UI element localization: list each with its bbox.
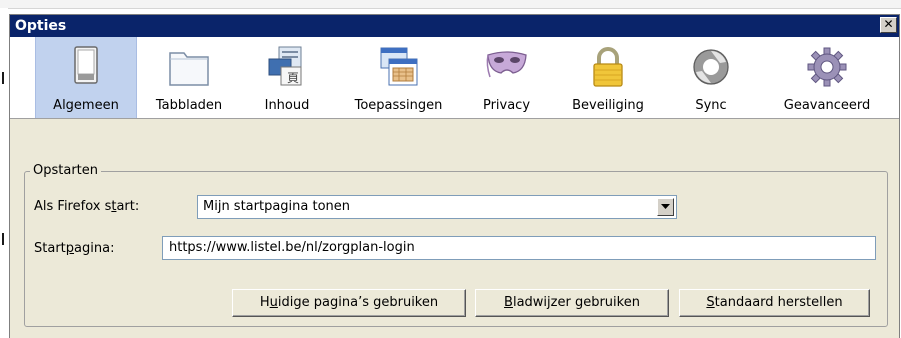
use-current-pages-button[interactable]: Huidige pagina’s gebruiken xyxy=(232,289,466,317)
content-icon: 頁 xyxy=(268,46,302,86)
applications-icon xyxy=(380,47,417,86)
switch-icon xyxy=(74,46,98,84)
folder-tab-icon xyxy=(169,52,209,86)
tab-label: Privacy xyxy=(482,98,531,113)
background-page-edge xyxy=(0,8,8,338)
startup-select-value: Mijn startpagina tonen xyxy=(203,199,351,214)
edge-mark xyxy=(2,233,4,245)
title-bar[interactable]: Opties ✕ xyxy=(10,15,899,37)
close-button[interactable]: ✕ xyxy=(880,17,897,33)
tab-label: Beveiliging xyxy=(572,98,644,113)
preferences-toolbar: Algemeen Tabbladen 頁 Inhoud Toepassingen… xyxy=(10,37,899,119)
use-bookmark-button[interactable]: Bladwijzer gebruiken xyxy=(475,289,669,317)
tab-label: Geavanceerd xyxy=(783,98,871,113)
tab-label: Algemeen xyxy=(53,98,119,113)
gear-icon xyxy=(807,47,847,87)
homepage-input[interactable]: https://www.listel.be/nl/zorgplan-login xyxy=(162,236,876,260)
tab-algemeen[interactable]: Algemeen xyxy=(35,37,137,118)
tab-toepassingen[interactable]: Toepassingen xyxy=(333,37,464,118)
tab-label: Sync xyxy=(695,98,727,113)
tab-tabbladen[interactable]: Tabbladen xyxy=(137,37,241,118)
startup-group-title: Opstarten xyxy=(30,163,101,178)
tab-label: Tabbladen xyxy=(155,98,223,113)
options-dialog: Opties ✕ Algemeen Tabbladen 頁 Inhoud Toe… xyxy=(9,14,900,338)
svg-text:頁: 頁 xyxy=(287,71,299,85)
lock-icon xyxy=(593,47,623,87)
startup-select[interactable]: Mijn startpagina tonen xyxy=(197,195,677,219)
chevron-down-icon xyxy=(661,204,670,209)
restore-default-button[interactable]: Standaard herstellen xyxy=(679,289,870,317)
when-starts-label: Als Firefox start: xyxy=(34,199,140,214)
tab-sync[interactable]: Sync xyxy=(667,37,755,118)
edge-mark xyxy=(2,72,4,84)
tab-label: Inhoud xyxy=(264,98,310,113)
window-title: Opties xyxy=(15,18,67,34)
tab-privacy[interactable]: Privacy xyxy=(464,37,549,118)
tab-inhoud[interactable]: 頁 Inhoud xyxy=(241,37,333,118)
close-icon: ✕ xyxy=(883,17,894,31)
tab-label: Toepassingen xyxy=(354,98,443,113)
background-page-strip xyxy=(0,0,901,9)
tab-beveiliging[interactable]: Beveiliging xyxy=(549,37,667,118)
homepage-label: Startpagina: xyxy=(34,241,115,256)
mask-icon xyxy=(486,51,527,78)
sync-icon xyxy=(693,49,729,85)
tab-geavanceerd[interactable]: Geavanceerd xyxy=(755,37,899,118)
dropdown-button[interactable] xyxy=(657,198,674,216)
homepage-input-value: https://www.listel.be/nl/zorgplan-login xyxy=(169,240,415,255)
